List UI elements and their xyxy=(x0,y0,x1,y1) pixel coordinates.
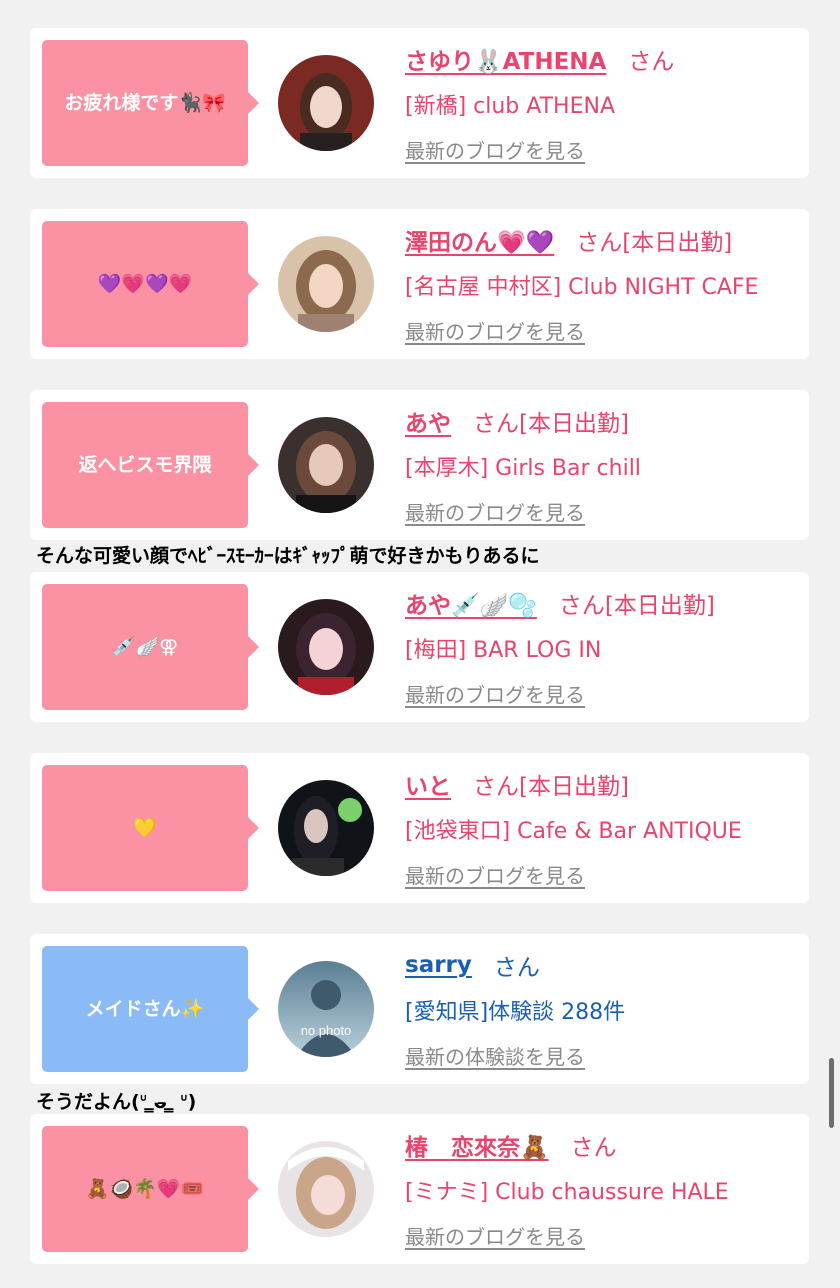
user-name-link[interactable]: あや💉🪽🫧 xyxy=(405,586,537,620)
user-name-link[interactable]: 椿 恋來奈🧸 xyxy=(405,1128,549,1162)
no-photo-avatar-image: no photo xyxy=(278,961,374,1057)
shop-label: [愛知県]体験談 288件 xyxy=(405,1000,626,1025)
latest-blog-link[interactable]: 最新のブログを見る xyxy=(405,1212,799,1258)
honorific-status: さん xyxy=(628,49,675,75)
review-card: 返へビスモ界隈 あや さん[本日出勤] [本厚木] Girls Bar chil… xyxy=(30,390,809,540)
user-name-link[interactable]: いと xyxy=(405,767,451,801)
avatar[interactable] xyxy=(278,236,374,332)
comment-bubble: お疲れ様です🐈‍⬛🎀 xyxy=(42,40,259,166)
shop-label: [本厚木] Girls Bar chill xyxy=(405,456,641,481)
avatar[interactable] xyxy=(278,55,374,151)
avatar-image xyxy=(278,780,374,876)
honorific-status: さん[本日出勤] xyxy=(473,774,629,800)
latest-blog-link[interactable]: 最新のブログを見る xyxy=(405,851,799,897)
honorific-status: さん[本日出勤] xyxy=(473,411,629,437)
review-card: 💉🪽⚢ あや💉🪽🫧 さん[本日出勤] [梅田] BAR LOG IN 最新のブロ… xyxy=(30,572,809,722)
no-photo-label: no photo xyxy=(301,1023,352,1038)
comment-caption: そんな可愛い顔でﾍﾋﾞｰｽﾓｰｶｰはｷﾞｬｯﾌﾟ萌で好きかもりあるに xyxy=(36,545,540,567)
shop-label: [池袋東口] Cafe & Bar ANTIQUE xyxy=(405,819,742,844)
honorific-status: さん[本日出勤] xyxy=(558,593,715,619)
avatar[interactable] xyxy=(278,417,374,513)
avatar[interactable]: no photo xyxy=(278,961,374,1057)
review-card: メイドさん✨ no photo sarry さん [愛知県]体験談 288件 最… xyxy=(30,934,809,1084)
shop-label: [ミナミ] Club chaussure HALE xyxy=(405,1180,729,1205)
latest-blog-link[interactable]: 最新のブログを見る xyxy=(405,488,799,534)
comment-bubble: 返へビスモ界隈 xyxy=(42,402,259,528)
comment-bubble: 💜💗💜💗 xyxy=(42,221,259,347)
avatar[interactable] xyxy=(278,1141,374,1237)
avatar-image xyxy=(278,1141,374,1237)
honorific-status: さん xyxy=(570,1135,617,1161)
review-card: お疲れ様です🐈‍⬛🎀 さゆり🐰ATHENA さん [新橋] club ATHEN… xyxy=(30,28,809,178)
shop-label: [名古屋 中村区] Club NIGHT CAFE xyxy=(405,275,759,300)
latest-review-link[interactable]: 最新の体験談を見る xyxy=(405,1032,799,1078)
latest-blog-link[interactable]: 最新のブログを見る xyxy=(405,670,799,716)
user-name-link[interactable]: 澤田のん💗💜 xyxy=(405,223,554,257)
user-name-link[interactable]: sarry xyxy=(405,952,472,978)
comment-bubble: メイドさん✨ xyxy=(42,946,259,1072)
avatar-image xyxy=(278,417,374,513)
user-name-link[interactable]: あや xyxy=(405,404,451,438)
comment-bubble: 🧸🥥🌴💗🎟️ xyxy=(42,1126,259,1252)
avatar[interactable] xyxy=(278,599,374,695)
review-card: 💛 いと さん[本日出勤] [池袋東口] Cafe & Bar ANTIQUE … xyxy=(30,753,809,903)
shop-label: [梅田] BAR LOG IN xyxy=(405,638,602,663)
avatar-image xyxy=(278,236,374,332)
shop-label: [新橋] club ATHENA xyxy=(405,94,615,119)
review-card: 💜💗💜💗 澤田のん💗💜 さん[本日出勤] [名古屋 中村区] Club NIGH… xyxy=(30,209,809,359)
comment-bubble: 💉🪽⚢ xyxy=(42,584,259,710)
latest-blog-link[interactable]: 最新のブログを見る xyxy=(405,307,799,353)
honorific-status: さん xyxy=(493,955,540,981)
comment-caption: そうだよん(ᐡ ̳ᴗ̵ ̳ ᐡ) xyxy=(36,1091,197,1113)
avatar-image xyxy=(278,55,374,151)
avatar[interactable] xyxy=(278,780,374,876)
scrollbar[interactable] xyxy=(829,1058,834,1128)
comment-bubble: 💛 xyxy=(42,765,259,891)
avatar-image xyxy=(278,599,374,695)
review-card: 🧸🥥🌴💗🎟️ 椿 恋來奈🧸 さん [ミナミ] Club chaussure HA… xyxy=(30,1114,809,1264)
latest-blog-link[interactable]: 最新のブログを見る xyxy=(405,126,799,172)
user-name-link[interactable]: さゆり🐰ATHENA xyxy=(405,42,606,76)
honorific-status: さん[本日出勤] xyxy=(576,230,733,256)
